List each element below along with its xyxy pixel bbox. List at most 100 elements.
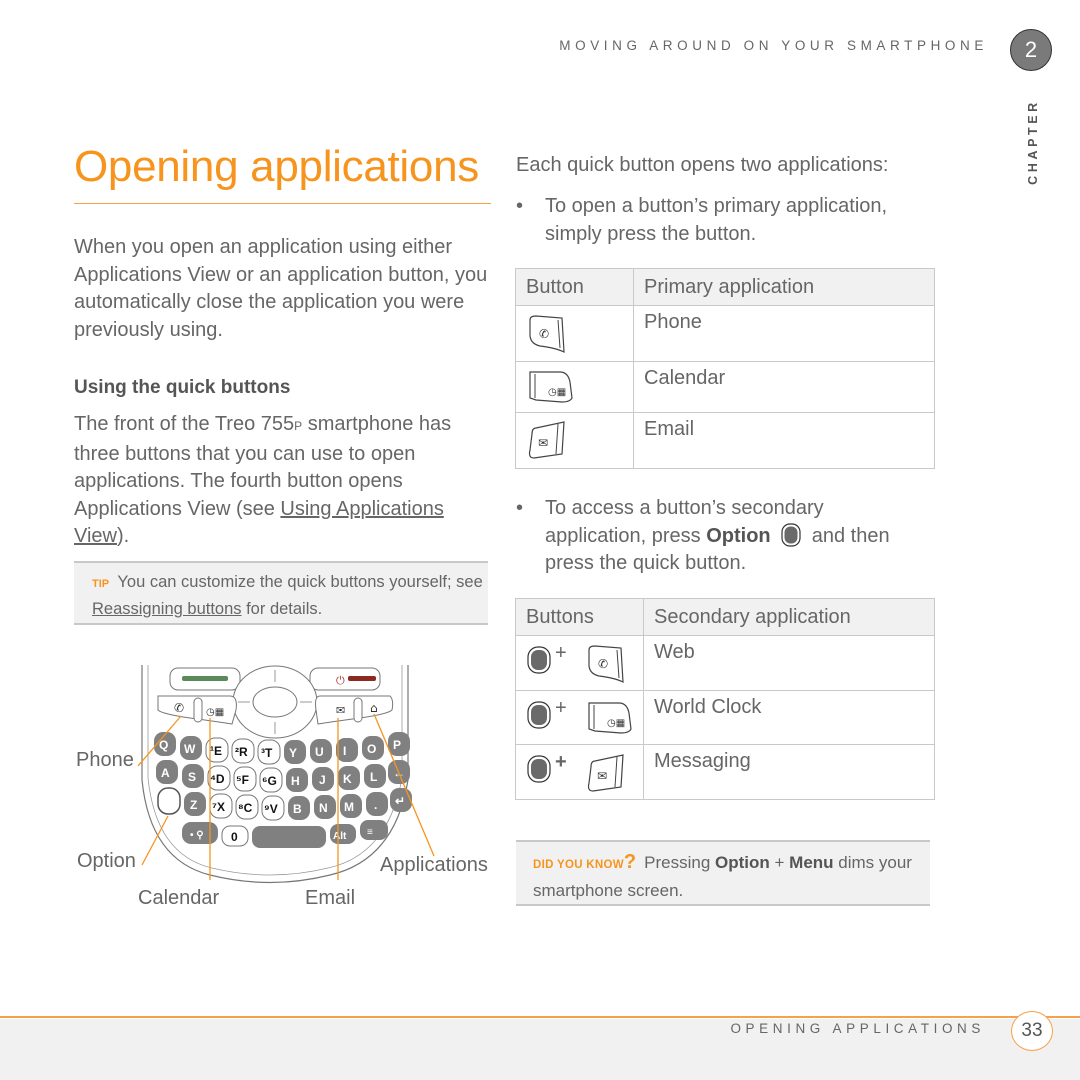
option-key-icon	[527, 646, 551, 674]
option-keyword: Option	[706, 524, 771, 547]
svg-text:³T: ³T	[261, 746, 273, 760]
svg-text:↵: ↵	[395, 794, 405, 808]
email-button-icon: ✉	[587, 754, 624, 792]
footer-section-title: OPENING APPLICATIONS	[730, 1021, 985, 1036]
svg-text:Z: Z	[190, 798, 197, 812]
phone-handset-icon: ✆	[174, 701, 184, 715]
svg-text:◷▦: ◷▦	[607, 718, 625, 729]
page-title: Opening applications	[74, 142, 479, 191]
green-bar-icon	[182, 676, 228, 681]
svg-text:✆: ✆	[598, 657, 608, 671]
button-cell: ✆	[515, 305, 634, 362]
table-row: + ✉ Messaging	[515, 744, 935, 800]
calendar-label: Calendar	[138, 887, 220, 909]
table-row: + ◷▦ World Clock	[515, 690, 935, 745]
svg-text:I: I	[343, 744, 346, 758]
did-you-know-label: DID YOU KNOW	[533, 859, 624, 871]
table-header-row: Buttons Secondary application	[515, 598, 935, 636]
button-combo-cell: + ◷▦	[515, 690, 644, 745]
applications-label: Applications	[380, 854, 488, 876]
application-name: Email	[633, 412, 935, 469]
option-key-icon	[527, 755, 551, 783]
option-key	[157, 787, 181, 815]
model-suffix: P	[294, 419, 303, 433]
application-name: Messaging	[643, 744, 935, 800]
did-you-know-text: Pressing	[644, 853, 716, 872]
reassigning-buttons-link[interactable]: Reassigning buttons	[92, 600, 242, 618]
table-header-row: Button Primary application	[515, 268, 935, 306]
svg-text:0: 0	[231, 830, 238, 844]
button-cell: ◷▦	[515, 361, 634, 413]
question-mark-icon: ?	[623, 851, 637, 873]
svg-text:S: S	[188, 770, 196, 784]
intro-paragraph: When you open an application using eithe…	[74, 236, 488, 341]
button-combo-cell: + ✉	[515, 744, 644, 800]
button-cell: ✉	[515, 412, 634, 469]
calendar-icon: ◷▦	[206, 707, 224, 718]
svg-text:✆: ✆	[539, 327, 549, 341]
tip-text: You can customize the quick buttons your…	[117, 573, 483, 591]
svg-text:M: M	[344, 800, 354, 814]
bullet-text: To access a button’s secondary applicati…	[545, 495, 925, 578]
svg-text:¹E: ¹E	[210, 744, 222, 758]
svg-text:⁷X: ⁷X	[212, 800, 225, 814]
phone-illustration: ⏻ ✆ ◷▦ ✉ ⌂ Q W ¹E ²R ³T Y U I O P A S ⁴D…	[137, 665, 435, 884]
bullet-secondary: • To access a button’s secondary applica…	[516, 495, 916, 579]
email-label: Email	[305, 887, 356, 909]
tip-text: for details.	[241, 599, 323, 618]
svg-text:P: P	[393, 738, 401, 752]
phone-label: Phone	[76, 749, 134, 771]
svg-text:• ⚲: • ⚲	[190, 830, 204, 841]
svg-text:U: U	[315, 745, 324, 759]
bullet-dot: •	[516, 195, 524, 217]
svg-text:◷▦: ◷▦	[548, 387, 566, 398]
did-you-know-box: DID YOU KNOW? Pressing Option + Menu dims…	[516, 840, 930, 906]
tip-label: TIP	[92, 578, 110, 590]
svg-text:²R: ²R	[235, 745, 248, 759]
red-bar-icon	[348, 676, 376, 681]
application-name: Calendar	[633, 361, 935, 413]
page-number: 33	[1011, 1011, 1053, 1051]
column-header: Button	[515, 268, 634, 306]
svg-text:Y: Y	[289, 746, 297, 760]
phone-button-icon: ✆	[588, 645, 624, 684]
svg-text:N: N	[319, 801, 328, 815]
title-divider	[74, 203, 491, 204]
application-name: World Clock	[643, 690, 935, 745]
svg-text:.: .	[374, 798, 377, 812]
option-label: Option	[77, 850, 136, 872]
option-key-icon	[527, 701, 551, 729]
envelope-icon: ✉	[336, 704, 345, 717]
table-row: + ✆ Web	[515, 635, 935, 691]
svg-text:⁵F: ⁵F	[236, 773, 249, 787]
svg-text:O: O	[367, 742, 376, 756]
bullet-text: To open a button’s primary application, …	[545, 195, 888, 245]
application-name: Phone	[633, 305, 935, 362]
table-row: ✉ Email	[515, 412, 935, 469]
svg-text:H: H	[291, 774, 300, 788]
email-button-icon: ✉	[528, 421, 565, 459]
table-row: ✆ Phone	[515, 305, 935, 362]
chapter-label-text: CHAPTER	[1026, 99, 1040, 185]
plus-sign: +	[555, 642, 567, 664]
power-icon: ⏻	[336, 674, 345, 687]
svg-text:≡: ≡	[367, 827, 373, 838]
calendar-button-icon: ◷▦	[529, 371, 573, 403]
column-header: Buttons	[515, 598, 644, 636]
svg-text:L: L	[370, 770, 377, 784]
svg-text:⁴D: ⁴D	[210, 772, 225, 786]
svg-text:⁶G: ⁶G	[262, 774, 277, 788]
button-combo-cell: + ✆	[515, 635, 644, 691]
svg-text:A: A	[161, 766, 170, 780]
column-header: Secondary application	[643, 598, 935, 636]
svg-text:⁸C: ⁸C	[238, 801, 253, 815]
option-keyword: Option	[715, 853, 770, 872]
footer-divider	[0, 1016, 1080, 1018]
phone-button-icon: ✆	[529, 315, 565, 354]
svg-text:Alt: Alt	[333, 831, 347, 842]
svg-text:K: K	[343, 772, 352, 786]
application-name: Web	[643, 635, 935, 691]
svg-text:⁹V: ⁹V	[264, 802, 278, 816]
did-you-know-text: +	[769, 853, 790, 872]
tip-box: TIP You can customize the quick buttons …	[74, 561, 488, 625]
